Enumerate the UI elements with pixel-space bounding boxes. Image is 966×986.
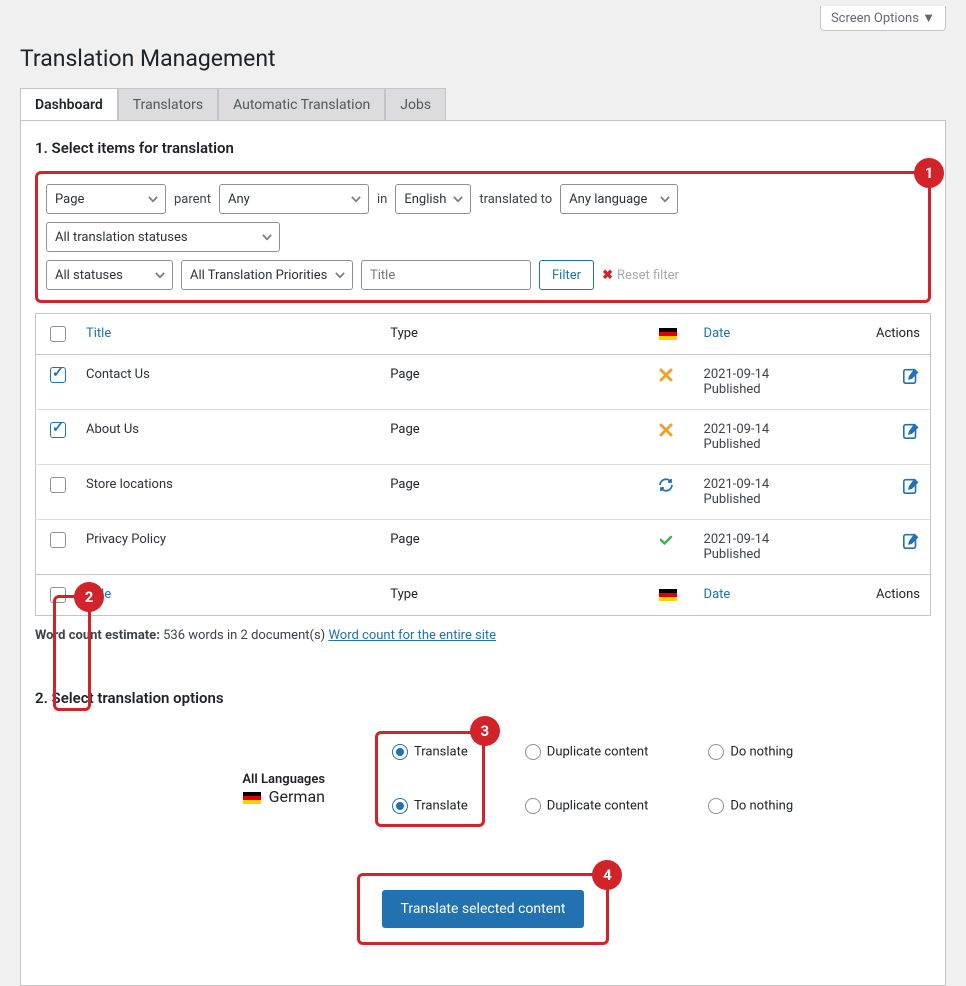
footer-type: Type [380,575,649,616]
row-checkbox[interactable] [50,422,66,438]
header-actions: Actions [837,314,931,355]
filter-title-input[interactable] [361,260,531,290]
duplicate-all-radio[interactable] [525,744,541,760]
filter-priorities-select[interactable]: All Translation Priorities [181,260,353,290]
page-title: Translation Management [20,37,946,88]
tab-dashboard[interactable]: Dashboard [20,88,118,121]
filter-parent-select[interactable]: Any [219,184,369,214]
translate-all-option[interactable]: Translate [392,744,468,760]
flag-de-icon [659,589,677,601]
select-all-checkbox-footer[interactable] [50,587,66,603]
row-checkbox[interactable] [50,532,66,548]
filter-language-select[interactable]: English [395,184,471,214]
row-edit-action[interactable] [837,355,931,410]
header-type: Type [380,314,649,355]
close-icon: ✖ [602,268,613,283]
header-date[interactable]: Date [694,314,837,355]
flag-de-icon [659,328,677,340]
header-flag-de [649,314,694,355]
row-title: Contact Us [76,355,380,410]
row-type: Page [380,520,649,575]
translate-selected-button[interactable]: Translate selected content [382,890,585,928]
select-all-checkbox[interactable] [50,326,66,342]
tab-jobs[interactable]: Jobs [385,88,446,121]
row-status-icon[interactable] [649,355,694,410]
filter-statuses-select[interactable]: All statuses [46,260,173,290]
filter-translation-status-select[interactable]: All translation statuses [46,222,280,252]
row-type: Page [380,355,649,410]
nothing-all-radio[interactable] [708,744,724,760]
filter-translated-to-select[interactable]: Any language [560,184,678,214]
row-date: 2021-09-14Published [694,355,837,410]
table-row: Privacy PolicyPage 2021-09-14Published [36,520,931,575]
row-edit-action[interactable] [837,410,931,465]
row-date: 2021-09-14Published [694,410,837,465]
panel: 1. Select items for translation 1 Page p… [20,120,946,986]
duplicate-german-radio[interactable] [525,798,541,814]
table-row: Store locationsPage 2021-09-14Published [36,465,931,520]
filter-type-select[interactable]: Page [46,184,166,214]
table-row: About UsPage 2021-09-14Published [36,410,931,465]
header-title[interactable]: Title [76,314,380,355]
word-count: Word count estimate: 536 words in 2 docu… [35,628,931,643]
callout-badge-1: 1 [914,158,944,188]
footer-date[interactable]: Date [694,575,837,616]
tab-translators[interactable]: Translators [118,88,218,121]
row-type: Page [380,465,649,520]
translate-german-radio[interactable] [392,798,408,814]
all-languages-label: All Languages [35,772,375,787]
flag-de-icon [243,792,261,804]
filter-parent-label: parent [174,192,211,207]
step1-heading: 1. Select items for translation [35,139,931,157]
footer-title[interactable]: Title [76,575,380,616]
row-date: 2021-09-14Published [694,520,837,575]
row-title: About Us [76,410,380,465]
translate-german-option[interactable]: Translate [392,798,468,814]
german-label: German [269,787,325,806]
footer-actions: Actions [837,575,931,616]
callout-highlight-4: 4 Translate selected content [357,873,610,945]
callout-highlight-3: 3 Translate Translate [375,731,485,827]
row-title: Privacy Policy [76,520,380,575]
nothing-german-option[interactable]: Do nothing [708,798,793,814]
step2-heading: 2. Select translation options [35,689,931,707]
row-edit-action[interactable] [837,520,931,575]
duplicate-all-option[interactable]: Duplicate content [525,744,649,760]
table-row: Contact UsPage 2021-09-14Published [36,355,931,410]
filter-translated-to-label: translated to [479,192,552,207]
nothing-all-option[interactable]: Do nothing [708,744,793,760]
footer-flag-de [649,575,694,616]
row-status-icon[interactable] [649,520,694,575]
row-checkbox[interactable] [50,477,66,493]
filter-box: 1 Page parent Any in English translated … [35,171,931,303]
row-edit-action[interactable] [837,465,931,520]
row-date: 2021-09-14Published [694,465,837,520]
row-status-icon[interactable] [649,465,694,520]
duplicate-german-option[interactable]: Duplicate content [525,798,649,814]
tabs: Dashboard Translators Automatic Translat… [20,88,946,121]
nothing-german-radio[interactable] [708,798,724,814]
callout-badge-3: 3 [470,716,500,746]
row-type: Page [380,410,649,465]
row-status-icon[interactable] [649,410,694,465]
screen-options-button[interactable]: Screen Options ▼ [820,6,946,31]
reset-filter-link[interactable]: ✖Reset filter [602,268,679,283]
filter-in-label: in [377,192,387,207]
row-checkbox[interactable] [50,367,66,383]
tab-automatic-translation[interactable]: Automatic Translation [218,88,385,121]
word-count-link[interactable]: Word count for the entire site [328,628,496,643]
translate-all-radio[interactable] [392,744,408,760]
callout-badge-4: 4 [592,860,622,890]
items-table: Title Type Date Actions Contact UsPage20… [35,313,931,616]
row-title: Store locations [76,465,380,520]
filter-button[interactable]: Filter [539,260,594,290]
